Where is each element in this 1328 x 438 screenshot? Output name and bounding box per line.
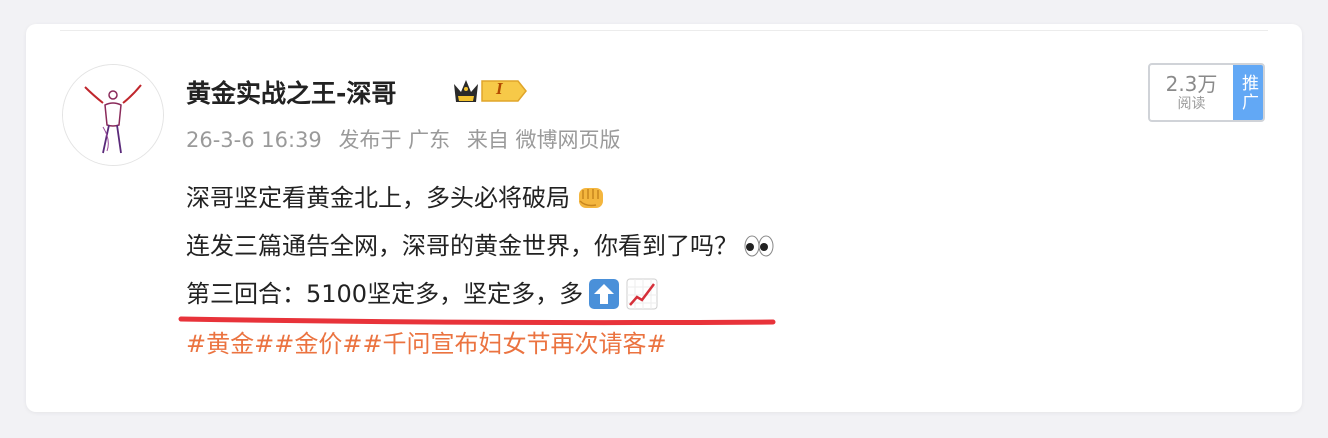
vip-crown-badge[interactable]: I bbox=[452, 76, 532, 106]
topic-tags: #黄金##金价##千问宣布妇女节再次请客# bbox=[186, 320, 667, 368]
eyes-emoji-icon bbox=[742, 229, 776, 263]
avatar-figure-icon bbox=[63, 65, 163, 165]
author-name[interactable]: 黄金实战之王-深哥 bbox=[186, 74, 396, 110]
weibo-post-card: 黄金实战之王-深哥 I 26-3-6 16:39 发布于 广东 来自 微博网页版… bbox=[26, 24, 1302, 412]
fist-emoji-icon bbox=[574, 181, 608, 215]
post-content: 深哥坚定看黄金北上，多头必将破局 连发三篇通告全网，深哥的黄金世界，你看到了吗？ bbox=[186, 174, 776, 318]
content-line-1: 深哥坚定看黄金北上，多头必将破局 bbox=[186, 174, 776, 222]
topic-link-gold[interactable]: #黄金# bbox=[186, 330, 274, 358]
promote-button[interactable]: 推广 bbox=[1233, 65, 1263, 120]
divider bbox=[60, 30, 1268, 31]
content-text-3: 第三回合：5100坚定多，坚定多，多 bbox=[186, 280, 584, 308]
chart-increasing-emoji-icon bbox=[625, 277, 659, 311]
up-arrow-emoji-icon bbox=[587, 277, 621, 311]
view-count-number: 2.3万 bbox=[1165, 71, 1218, 96]
post-time[interactable]: 26-3-6 16:39 bbox=[186, 128, 322, 152]
content-line-3: 第三回合：5100坚定多，坚定多，多 bbox=[186, 270, 776, 318]
post-source: 来自 微博网页版 bbox=[466, 128, 621, 152]
view-count: 2.3万 阅读 bbox=[1150, 65, 1233, 120]
content-text-1: 深哥坚定看黄金北上，多头必将破局 bbox=[186, 184, 570, 212]
topic-link-qianwen[interactable]: #千问宣布妇女节再次请客# bbox=[362, 330, 666, 358]
content-line-2: 连发三篇通告全网，深哥的黄金世界，你看到了吗？ bbox=[186, 222, 776, 270]
badge-level: I bbox=[496, 79, 503, 98]
post-meta: 26-3-6 16:39 发布于 广东 来自 微博网页版 bbox=[186, 124, 631, 154]
content-text-2: 连发三篇通告全网，深哥的黄金世界，你看到了吗？ bbox=[186, 232, 738, 260]
promotion-widget: 2.3万 阅读 推广 bbox=[1148, 63, 1265, 122]
crown-icon bbox=[454, 80, 527, 102]
promote-button-label: 推广 bbox=[1238, 73, 1258, 112]
topic-link-gold-price[interactable]: #金价# bbox=[274, 330, 362, 358]
view-count-label: 阅读 bbox=[1177, 95, 1206, 112]
avatar[interactable] bbox=[62, 64, 164, 166]
post-location: 发布于 广东 bbox=[338, 128, 451, 152]
